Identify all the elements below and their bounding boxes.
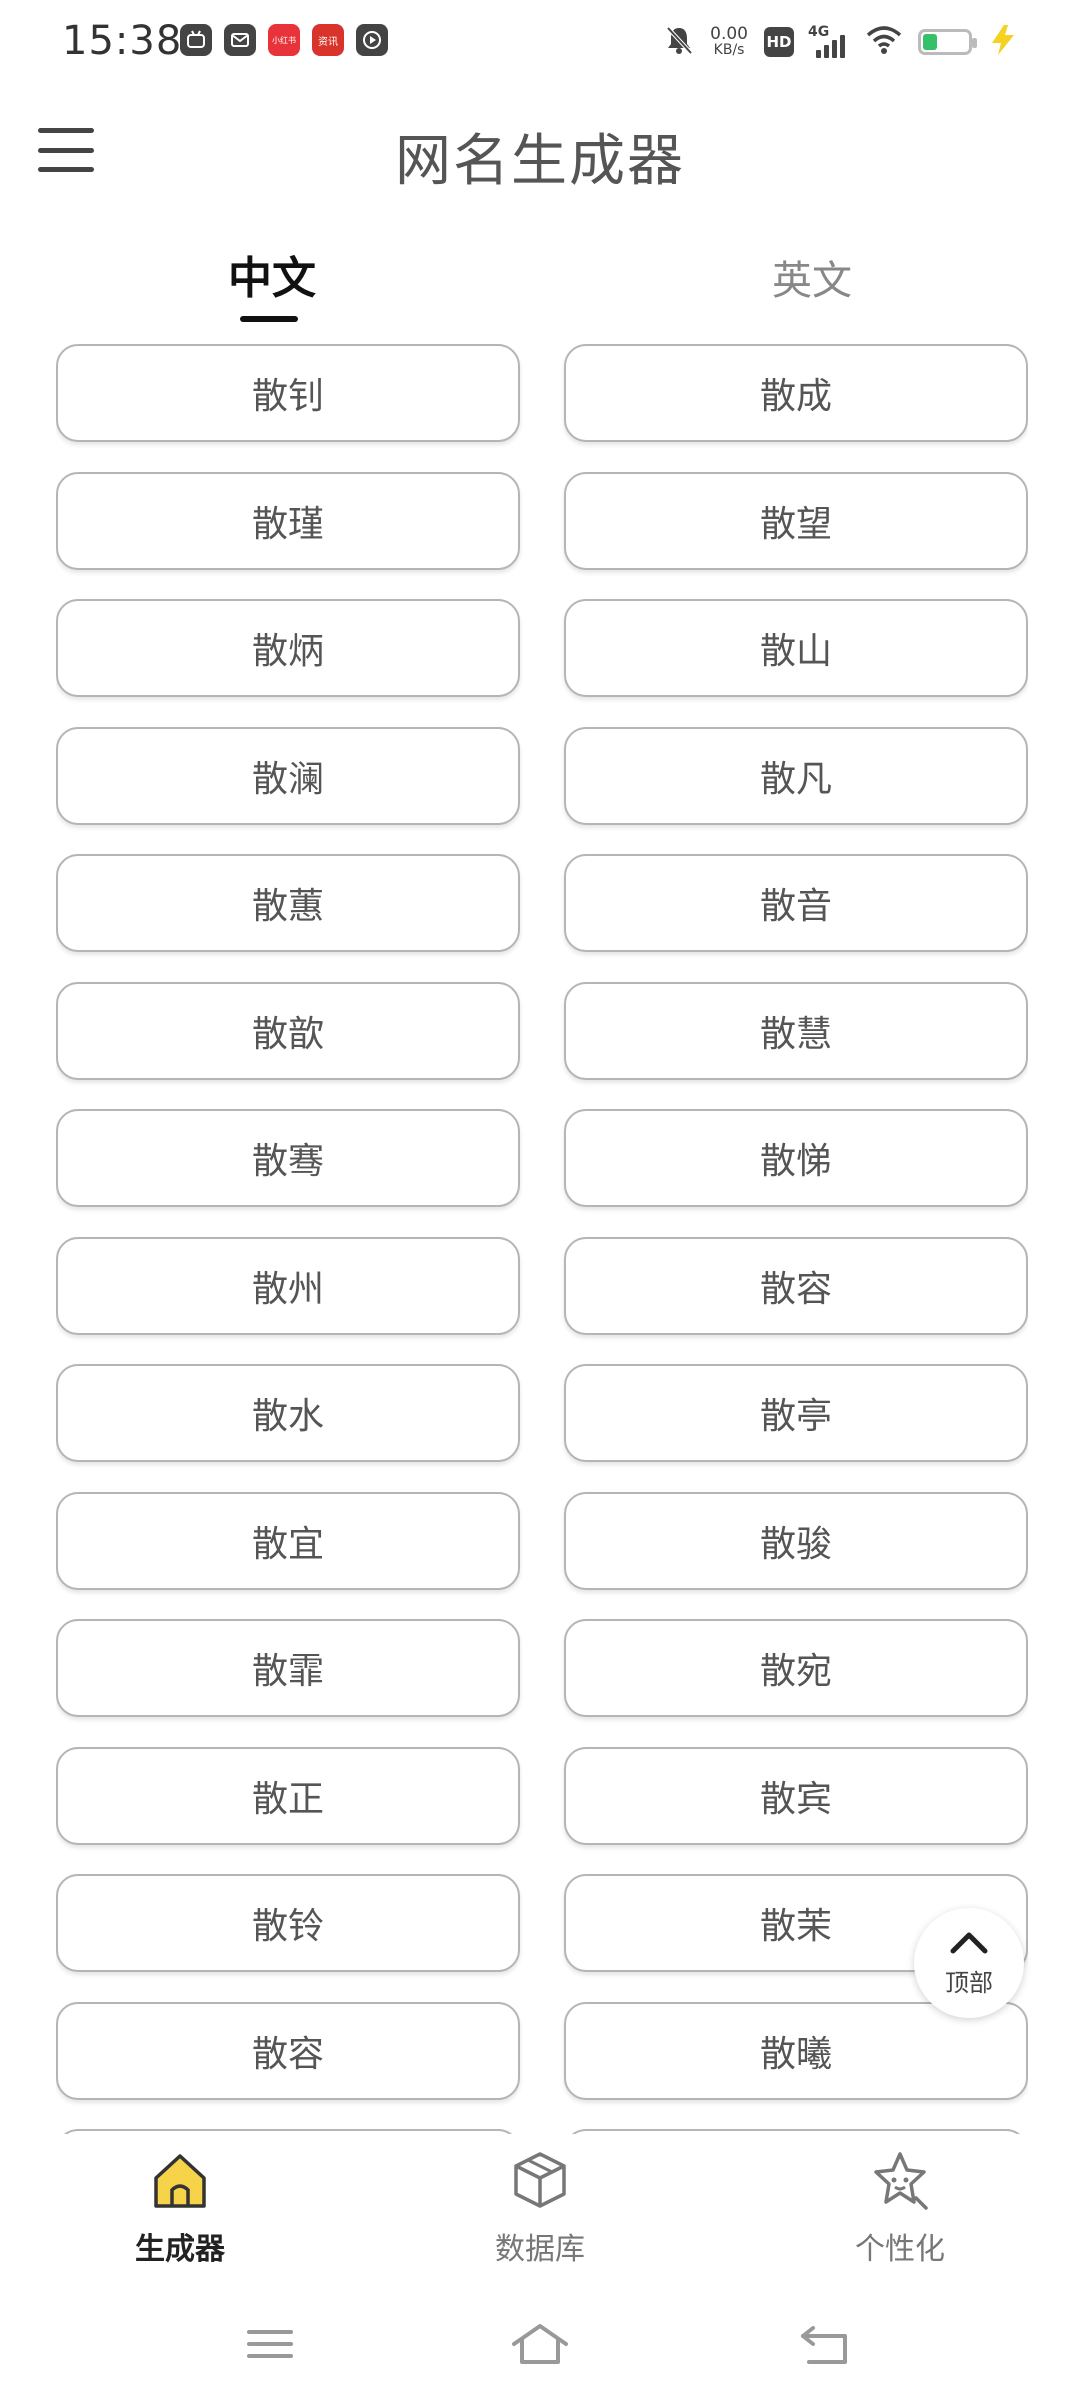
name-option-button[interactable]: 散宜 (56, 1491, 520, 1590)
xiaohongshu-icon: 小红书 (268, 24, 300, 56)
name-option-button[interactable]: 散铃 (56, 1874, 520, 1972)
name-option-button[interactable]: 散瑾 (56, 471, 520, 570)
video-icon (356, 24, 388, 56)
name-option-button[interactable]: 散亭 (564, 1364, 1028, 1462)
xiaohongshu-icon-text: 小红书 (272, 35, 296, 45)
status-app-icons: 小红书 资讯 (180, 24, 388, 56)
name-option-button[interactable]: 散音 (564, 854, 1028, 952)
chevron-up-icon (947, 1929, 991, 1959)
home-icon (148, 2148, 212, 2216)
hd-badge: HD (764, 27, 794, 57)
network-type: 4G (808, 24, 830, 40)
name-option-button[interactable]: 散水 (56, 1364, 520, 1462)
name-option-button[interactable]: 散澜 (56, 726, 520, 825)
name-option-button[interactable]: 散成 (564, 344, 1028, 442)
bilibili-icon (180, 24, 212, 56)
back-to-top-button[interactable]: 顶部 (914, 1908, 1024, 2018)
status-time: 15:38 (62, 18, 183, 64)
wifi-icon (866, 25, 902, 59)
charging-icon (988, 23, 1018, 61)
nav-personalize[interactable]: 个性化 (800, 2148, 1000, 2268)
tab-english[interactable]: 英文 (752, 248, 872, 306)
status-bar: 15:38 小红书 资讯 0.00 KB/s HD 4G (0, 0, 1080, 84)
name-option-button[interactable]: 散州 (56, 1236, 520, 1335)
net-speed-value: 0.00 (710, 24, 748, 44)
system-navigation-bar (0, 2284, 1080, 2408)
name-option-button[interactable]: 散望 (564, 471, 1028, 570)
name-option-button[interactable]: 散凡 (564, 726, 1028, 825)
nav-generator[interactable]: 生成器 (80, 2148, 280, 2268)
bottom-navigation: 生成器 数据库 个性化 (0, 2134, 1080, 2284)
name-option-button[interactable]: 散骞 (56, 1109, 520, 1207)
name-option-button[interactable]: 散蕙 (56, 854, 520, 952)
news-icon: 资讯 (312, 24, 344, 56)
status-right: 0.00 KB/s HD 4G (664, 20, 1018, 64)
cube-icon (508, 2148, 572, 2216)
tab-chinese[interactable]: 中文 (212, 242, 332, 306)
star-face-icon (868, 2148, 932, 2216)
name-option-button[interactable]: 散容 (56, 2001, 520, 2100)
tab-active-indicator (240, 316, 298, 322)
name-option-button[interactable]: 散骏 (564, 1491, 1028, 1590)
recent-apps-button[interactable] (235, 2314, 305, 2374)
name-option-button[interactable]: 散霏 (56, 1619, 520, 1717)
nav-database-label: 数据库 (495, 2232, 585, 2267)
nav-personalize-label: 个性化 (855, 2232, 945, 2267)
name-option-button[interactable]: 散歆 (56, 981, 520, 1080)
back-to-top-label: 顶部 (945, 1968, 993, 1997)
page-title: 网名生成器 (395, 129, 685, 194)
nav-database[interactable]: 数据库 (440, 2148, 640, 2268)
name-option-button[interactable]: 散正 (56, 1746, 520, 1845)
name-option-button[interactable]: 散宛 (564, 1619, 1028, 1717)
home-system-button[interactable] (505, 2314, 575, 2374)
net-speed: 0.00 KB/s (710, 24, 748, 59)
cellular-signal-icon: 4G (808, 24, 850, 58)
nav-generator-label: 生成器 (135, 2232, 225, 2267)
name-option-button[interactable]: 散宾 (564, 1746, 1028, 1845)
name-option-button[interactable]: 散慧 (564, 981, 1028, 1080)
mail-icon (224, 24, 256, 56)
name-option-button[interactable]: 散山 (564, 599, 1028, 697)
net-speed-unit: KB/s (713, 42, 745, 58)
name-grid: 散钊 散成 散瑾 散望 散炳 散山 散澜 散凡 散蕙 散音 散歆 散慧 散骞 散悌 散州 散容 散水 散亭 散宜 散骏… (56, 344, 1028, 2134)
name-option-button[interactable]: 散钊 (56, 344, 520, 442)
name-option-button[interactable]: 散炳 (56, 599, 520, 697)
battery-icon (918, 29, 977, 55)
bell-muted-icon (664, 24, 694, 60)
name-option-button[interactable]: 散容 (564, 1236, 1028, 1335)
back-system-button[interactable] (790, 2314, 860, 2374)
news-icon-text: 资讯 (318, 36, 338, 48)
name-option-button[interactable]: 散悌 (564, 1109, 1028, 1207)
app-screen: 15:38 小红书 资讯 0.00 KB/s HD 4G 网名生成器 中文 英文… (0, 0, 1080, 2408)
